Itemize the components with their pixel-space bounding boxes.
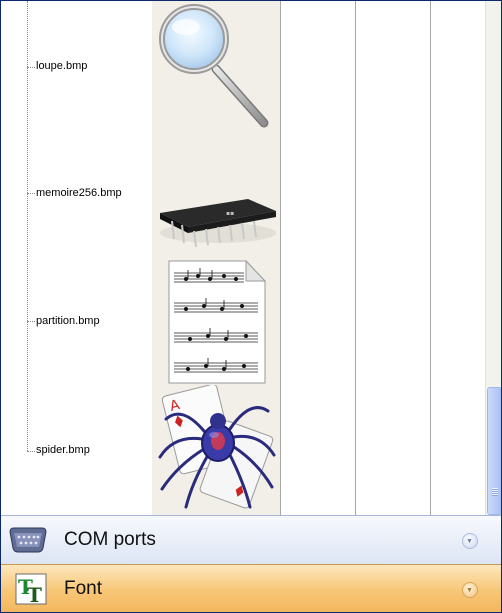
tree-connector — [27, 321, 35, 322]
magnifier-icon — [152, 1, 280, 129]
font-icon: T T — [15, 573, 47, 610]
grip-line — [492, 490, 498, 491]
panel-title: Font — [64, 578, 103, 599]
file-name-label: loupe.bmp — [36, 60, 88, 72]
scrollbar-thumb[interactable] — [487, 387, 501, 515]
list-item[interactable]: loupe.bmp — [1, 1, 485, 129]
com-ports-panel[interactable]: COM ports ▼ — [1, 515, 501, 564]
svg-text:T: T — [27, 583, 42, 605]
chevron-down-icon[interactable]: ▼ — [462, 533, 478, 549]
tree-connector — [27, 67, 35, 68]
sheet-music-icon — [152, 257, 280, 385]
grip-line — [492, 494, 498, 495]
list-item[interactable]: partition.bmp — [1, 257, 485, 385]
tree-connector — [27, 193, 35, 194]
file-name-label: memoire256.bmp — [36, 187, 122, 199]
file-name-label: partition.bmp — [36, 315, 100, 327]
spider-solitaire-icon: A — [152, 383, 280, 513]
grip-line — [492, 492, 498, 493]
svg-text:▪▪: ▪▪ — [226, 210, 234, 217]
grip-line — [492, 488, 498, 489]
vertical-scrollbar[interactable] — [485, 1, 501, 515]
serial-port-icon — [8, 526, 48, 559]
panel-title: COM ports — [64, 529, 156, 550]
tree-connector — [27, 451, 35, 452]
list-item[interactable]: memoire256.bmp ▪▪ — [1, 129, 485, 257]
list-item[interactable]: spider.bmp A — [1, 383, 485, 513]
file-name-label: spider.bmp — [36, 444, 90, 456]
font-panel[interactable]: T T Font ▼ — [1, 564, 501, 612]
file-tree-list: loupe.bmp memoire256.bmp ▪▪ partition.bm… — [1, 1, 485, 515]
chevron-down-icon[interactable]: ▼ — [462, 582, 478, 598]
explorer-window: loupe.bmp memoire256.bmp ▪▪ partition.bm… — [0, 0, 502, 613]
memory-chip-icon: ▪▪ — [152, 129, 280, 257]
